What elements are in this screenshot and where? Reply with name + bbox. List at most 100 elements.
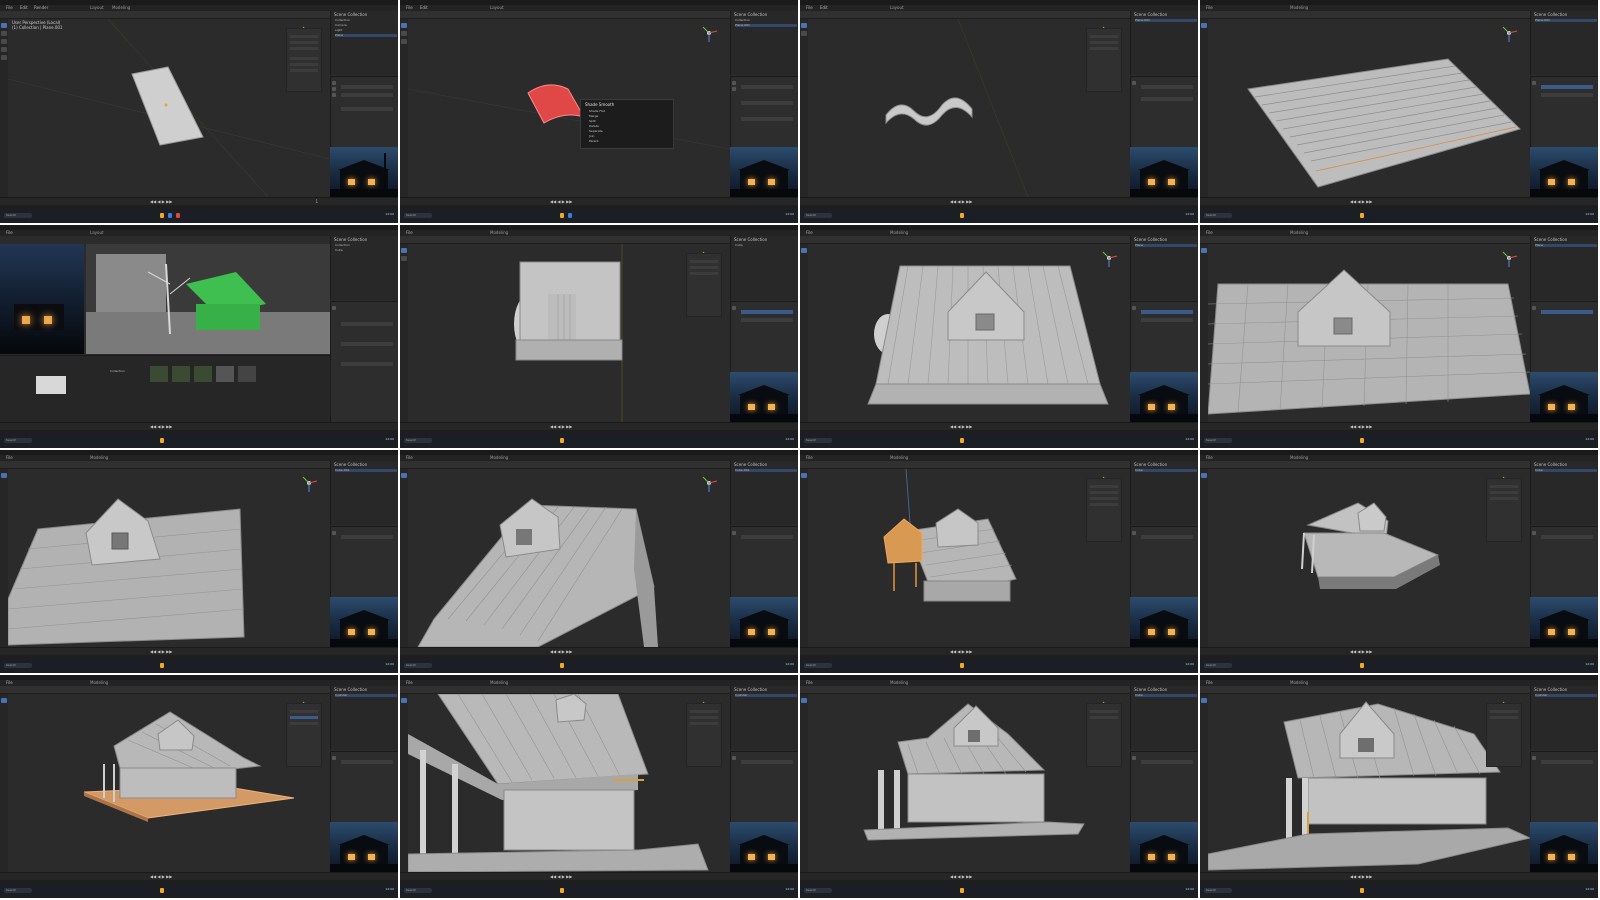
blender-taskbar-icon[interactable] [160, 663, 164, 668]
navigation-gizmo-icon[interactable] [698, 22, 720, 44]
menu-item[interactable]: Merge [589, 114, 598, 118]
blender-taskbar-icon[interactable] [160, 888, 164, 893]
select-tool-icon[interactable] [801, 23, 807, 28]
sidebar-panel[interactable] [286, 28, 322, 92]
3d-viewport[interactable] [408, 694, 730, 872]
menu-item[interactable]: Split [589, 119, 596, 123]
blender-taskbar-icon[interactable] [160, 213, 164, 218]
blender-taskbar-icon[interactable] [960, 663, 964, 668]
select-tool-icon[interactable] [801, 248, 807, 253]
select-tool-icon[interactable] [401, 23, 407, 28]
outliner-panel[interactable]: Scene Collection Collection Plane.001 [730, 11, 798, 75]
navigation-gizmo-icon[interactable] [698, 472, 720, 494]
3d-viewport[interactable] [808, 469, 1130, 647]
select-tool-icon[interactable] [1, 473, 7, 478]
select-tool-icon[interactable] [401, 248, 407, 253]
select-tool-icon[interactable] [1201, 698, 1207, 703]
blender-taskbar-icon[interactable] [160, 438, 164, 443]
select-tool-icon[interactable] [401, 698, 407, 703]
3d-viewport[interactable] [1208, 694, 1530, 872]
taskbar-search[interactable]: Search [4, 213, 32, 218]
explorer-taskbar-icon[interactable] [568, 213, 572, 218]
blender-taskbar-icon[interactable] [960, 213, 964, 218]
menu-item[interactable]: Parent [589, 139, 599, 143]
select-tool-icon[interactable] [801, 473, 807, 478]
3d-viewport[interactable] [408, 469, 730, 647]
select-tool-icon[interactable] [1201, 23, 1207, 28]
selected-dormer-mesh[interactable] [883, 518, 923, 564]
menu-item[interactable]: Join [589, 134, 594, 138]
select-tool-icon[interactable] [1, 23, 7, 28]
3d-viewport[interactable] [408, 19, 730, 197]
3d-viewport[interactable] [408, 244, 730, 422]
asset-browser[interactable]: Collection [0, 355, 330, 423]
wavy-tile-mesh[interactable] [885, 97, 973, 126]
3d-viewport[interactable] [8, 469, 330, 647]
explorer-taskbar-icon[interactable] [168, 213, 172, 218]
viewport-header [0, 11, 330, 19]
dormer-mesh[interactable] [1297, 269, 1391, 347]
navigation-gizmo-icon[interactable] [298, 472, 320, 494]
properties-panel[interactable] [730, 76, 798, 147]
menu-item[interactable]: Shade Flat [589, 109, 605, 113]
move-tool-icon[interactable] [401, 31, 407, 36]
3d-viewport[interactable] [8, 19, 330, 197]
navigation-gizmo-icon[interactable] [1098, 247, 1120, 269]
3d-viewport[interactable] [1208, 469, 1530, 647]
3d-viewport[interactable] [8, 694, 330, 872]
blender-taskbar-icon[interactable] [560, 663, 564, 668]
tile-roof-dormer-close: File Modeling Scene Collection Cube.001 [0, 450, 398, 673]
blender-taskbar-icon[interactable] [1360, 438, 1364, 443]
blender-taskbar-icon[interactable] [960, 888, 964, 893]
3d-viewport[interactable] [808, 244, 1130, 422]
dormer-mesh[interactable] [85, 498, 161, 566]
house-wall-mesh[interactable] [907, 773, 1045, 823]
current-frame[interactable]: 1 [315, 199, 318, 204]
reference-image [730, 597, 798, 647]
3d-viewport[interactable] [808, 19, 1130, 197]
select-tool-icon[interactable] [401, 473, 407, 478]
blender-taskbar-icon[interactable] [560, 888, 564, 893]
move-tool-icon[interactable] [1, 39, 7, 44]
menu-item[interactable]: Separate [589, 129, 603, 133]
blender-taskbar-icon[interactable] [560, 213, 564, 218]
blender-taskbar-icon[interactable] [1360, 888, 1364, 893]
blender-taskbar-icon[interactable] [1360, 213, 1364, 218]
3d-viewport[interactable] [86, 244, 330, 354]
curved-tile-mesh[interactable] [527, 84, 586, 124]
blender-taskbar-icon[interactable] [560, 438, 564, 443]
rotate-tool-icon[interactable] [401, 39, 407, 44]
outliner-item[interactable]: Camera [335, 24, 347, 27]
menu-item[interactable]: Delete [589, 124, 599, 128]
outliner-panel[interactable]: Scene Collection Collection Camera Light… [330, 11, 398, 75]
navigation-gizmo-icon[interactable] [1498, 22, 1520, 44]
roof-tiles-mesh[interactable] [1247, 58, 1521, 188]
plane-mesh[interactable] [131, 66, 204, 146]
select-tool-icon[interactable] [1201, 473, 1207, 478]
outliner-item[interactable]: Light [335, 29, 343, 32]
context-menu[interactable]: Shade Smooth Shade Flat Merge Split Dele… [580, 99, 674, 149]
select-tool-icon[interactable] [1201, 248, 1207, 253]
blender-taskbar-icon[interactable] [960, 438, 964, 443]
blender-taskbar-icon[interactable] [1360, 663, 1364, 668]
select-tool-icon[interactable] [1, 698, 7, 703]
properties-panel[interactable] [330, 76, 398, 147]
house-wall-mesh[interactable] [503, 789, 635, 851]
3d-viewport[interactable] [1208, 244, 1530, 422]
3d-viewport[interactable] [1208, 19, 1530, 197]
outliner-item[interactable]: Plane [335, 34, 397, 37]
house-wall-mesh[interactable] [1307, 777, 1487, 825]
browser-taskbar-icon[interactable] [176, 213, 180, 218]
cursor-tool-icon[interactable] [1, 31, 7, 36]
rotate-tool-icon[interactable] [1, 47, 7, 52]
outliner-item[interactable]: Collection [335, 19, 350, 22]
move-tool-icon[interactable] [801, 31, 807, 36]
navigation-gizmo-icon[interactable] [1498, 247, 1520, 269]
playback-controls[interactable]: ◀◀ ◀ ▶ ▶▶ [150, 199, 172, 204]
tile-grid: File Edit Render Layout Modeling User Pe… [0, 0, 1600, 900]
viewport-canvas [8, 19, 330, 197]
select-tool-icon[interactable] [801, 698, 807, 703]
scale-tool-icon[interactable] [1, 55, 7, 60]
move-tool-icon[interactable] [401, 256, 407, 261]
3d-viewport[interactable] [808, 694, 1130, 872]
